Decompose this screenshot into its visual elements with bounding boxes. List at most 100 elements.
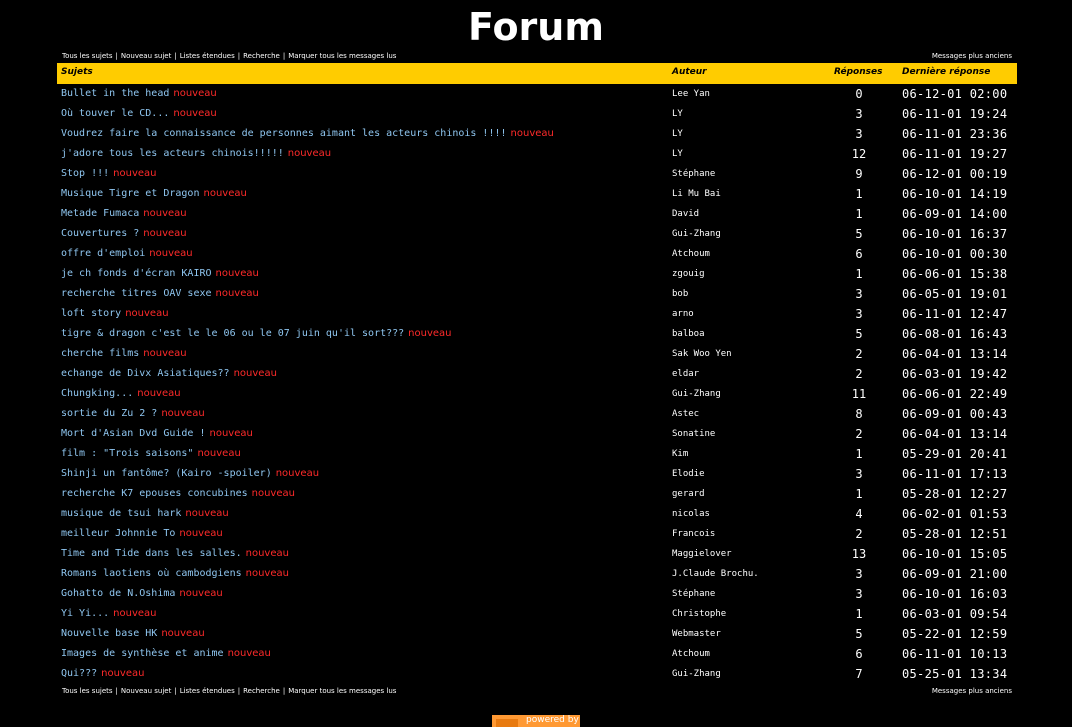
topic-title[interactable]: recherche titres OAV sexe: [61, 288, 212, 299]
topic-link[interactable]: Nouvelle base HK nouveau: [61, 628, 205, 639]
topic-link[interactable]: Images de synthèse et anime nouveau: [61, 648, 271, 659]
topic-title[interactable]: Romans laotiens où cambodgiens: [61, 568, 242, 579]
topic-link[interactable]: tigre & dragon c'est le le 06 ou le 07 j…: [61, 328, 452, 339]
nav-older-messages[interactable]: Messages plus anciens: [932, 687, 1012, 695]
topic-title[interactable]: Musique Tigre et Dragon: [61, 188, 199, 199]
topic-link[interactable]: Voudrez faire la connaissance de personn…: [61, 128, 554, 139]
topic-replies: 13: [851, 547, 867, 561]
nav-separator: |: [237, 687, 241, 695]
topic-link[interactable]: Stop !!! nouveau: [61, 168, 157, 179]
topic-link[interactable]: Chungking... nouveau: [61, 388, 181, 399]
topic-title[interactable]: Où touver le CD...: [61, 108, 169, 119]
new-badge: nouveau: [173, 108, 217, 119]
topic-last-reply: 05-25-01 13:34: [902, 667, 1008, 681]
topic-author: balboa: [672, 329, 705, 339]
topic-title[interactable]: Metade Fumaca: [61, 208, 139, 219]
topic-title[interactable]: Qui???: [61, 668, 97, 679]
topic-link[interactable]: Gohatto de N.Oshima nouveau: [61, 588, 223, 599]
topic-replies: 2: [855, 367, 863, 381]
table-row: Images de synthèse et anime nouveau Atchou…: [57, 644, 1017, 664]
topic-link[interactable]: loft story nouveau: [61, 308, 169, 319]
topic-link[interactable]: Couvertures ? nouveau: [61, 228, 187, 239]
topic-last-reply: 06-09-01 14:00: [902, 207, 1008, 221]
topic-title[interactable]: Couvertures ?: [61, 228, 139, 239]
topic-title[interactable]: j'adore tous les acteurs chinois!!!!!: [61, 148, 284, 159]
topic-link[interactable]: Romans laotiens où cambodgiens nouveau: [61, 568, 289, 579]
topic-link[interactable]: Bullet in the head nouveau: [61, 88, 217, 99]
table-row: Voudrez faire la connaissance de personn…: [57, 124, 1017, 144]
topic-link[interactable]: sortie du Zu 2 ? nouveau: [61, 408, 205, 419]
topic-link[interactable]: recherche K7 epouses concubines nouveau: [61, 488, 295, 499]
nav-mark-all-read[interactable]: Marquer tous les messages lus: [288, 687, 396, 695]
new-badge: nouveau: [251, 488, 295, 499]
topic-title[interactable]: Shinji un fantôme? (Kairo -spoiler): [61, 468, 272, 479]
column-subjects: Sujets: [61, 67, 93, 77]
topic-title[interactable]: tigre & dragon c'est le le 06 ou le 07 j…: [61, 328, 404, 339]
topic-title[interactable]: Images de synthèse et anime: [61, 648, 224, 659]
topic-link[interactable]: meilleur Johnnie To nouveau: [61, 528, 223, 539]
topic-link[interactable]: echange de Divx Asiatiques?? nouveau: [61, 368, 277, 379]
nav-new-topic[interactable]: Nouveau sujet: [121, 52, 171, 60]
topic-title[interactable]: Chungking...: [61, 388, 133, 399]
powered-by-badge[interactable]: powered by: [492, 715, 580, 727]
new-badge: nouveau: [215, 268, 259, 279]
topic-link[interactable]: Musique Tigre et Dragon nouveau: [61, 188, 247, 199]
topic-title[interactable]: echange de Divx Asiatiques??: [61, 368, 230, 379]
nav-extended-lists[interactable]: Listes étendues: [180, 52, 235, 60]
topic-title[interactable]: Nouvelle base HK: [61, 628, 157, 639]
topic-title[interactable]: offre d'emploi: [61, 248, 145, 259]
topic-title[interactable]: Gohatto de N.Oshima: [61, 588, 175, 599]
topic-title[interactable]: Time and Tide dans les salles.: [61, 548, 242, 559]
topic-title[interactable]: Voudrez faire la connaissance de personn…: [61, 128, 507, 139]
table-row: offre d'emploi nouveau Atchoum 6 06-10-01 00…: [57, 244, 1017, 264]
topic-link[interactable]: film : "Trois saisons" nouveau: [61, 448, 241, 459]
topic-title[interactable]: Mort d'Asian Dvd Guide !: [61, 428, 206, 439]
nav-extended-lists[interactable]: Listes étendues: [180, 687, 235, 695]
topic-link[interactable]: musique de tsui hark nouveau: [61, 508, 229, 519]
topic-link[interactable]: recherche titres OAV sexe nouveau: [61, 288, 259, 299]
topic-title[interactable]: sortie du Zu 2 ?: [61, 408, 157, 419]
topic-link[interactable]: Qui??? nouveau: [61, 668, 144, 679]
topic-title[interactable]: je ch fonds d'écran KAIRO: [61, 268, 212, 279]
topic-last-reply: 06-10-01 16:03: [902, 587, 1008, 601]
topic-link[interactable]: j'adore tous les acteurs chinois!!!!! nou…: [61, 148, 331, 159]
topic-title[interactable]: Stop !!!: [61, 168, 109, 179]
topic-title[interactable]: Bullet in the head: [61, 88, 169, 99]
topic-replies: 1: [855, 267, 863, 281]
topic-link[interactable]: cherche films nouveau: [61, 348, 187, 359]
new-badge: nouveau: [161, 408, 205, 419]
topic-author: LY: [672, 129, 683, 139]
topic-title[interactable]: Yi Yi...: [61, 608, 109, 619]
nav-all-topics[interactable]: Tous les sujets: [62, 687, 113, 695]
topic-link[interactable]: Yi Yi... nouveau: [61, 608, 157, 619]
nav-search[interactable]: Recherche: [243, 52, 280, 60]
topic-title[interactable]: cherche films: [61, 348, 139, 359]
topic-author: J.Claude Brochu.: [672, 569, 759, 579]
topic-link[interactable]: Mort d'Asian Dvd Guide ! nouveau: [61, 428, 253, 439]
nav-older-messages[interactable]: Messages plus anciens: [932, 52, 1012, 60]
nav-all-topics[interactable]: Tous les sujets: [62, 52, 113, 60]
topic-title[interactable]: film : "Trois saisons": [61, 448, 193, 459]
topic-link[interactable]: je ch fonds d'écran KAIRO nouveau: [61, 268, 259, 279]
topic-replies: 9: [855, 167, 863, 181]
new-badge: nouveau: [179, 528, 223, 539]
topic-link[interactable]: Shinji un fantôme? (Kairo -spoiler) nouve…: [61, 468, 319, 479]
column-replies: Réponses: [834, 67, 883, 77]
table-row: cherche films nouveau Sak Woo Yen 2 06-04-01…: [57, 344, 1017, 364]
topic-link[interactable]: Metade Fumaca nouveau: [61, 208, 187, 219]
table-row: Stop !!! nouveau Stéphane 9 06-12-01 00:19: [57, 164, 1017, 184]
nav-search[interactable]: Recherche: [243, 687, 280, 695]
topic-title[interactable]: meilleur Johnnie To: [61, 528, 175, 539]
topic-link[interactable]: Où touver le CD... nouveau: [61, 108, 217, 119]
table-row: Romans laotiens où cambodgiens nouveau J.C…: [57, 564, 1017, 584]
topic-link[interactable]: offre d'emploi nouveau: [61, 248, 193, 259]
topic-title[interactable]: recherche K7 epouses concubines: [61, 488, 248, 499]
topic-link[interactable]: Time and Tide dans les salles. nouveau: [61, 548, 289, 559]
nav-new-topic[interactable]: Nouveau sujet: [121, 687, 171, 695]
nav-mark-all-read[interactable]: Marquer tous les messages lus: [288, 52, 396, 60]
topic-title[interactable]: musique de tsui hark: [61, 508, 181, 519]
topic-last-reply: 05-28-01 12:51: [902, 527, 1008, 541]
topic-last-reply: 06-10-01 16:37: [902, 227, 1008, 241]
topic-replies: 3: [855, 107, 863, 121]
topic-title[interactable]: loft story: [61, 308, 121, 319]
